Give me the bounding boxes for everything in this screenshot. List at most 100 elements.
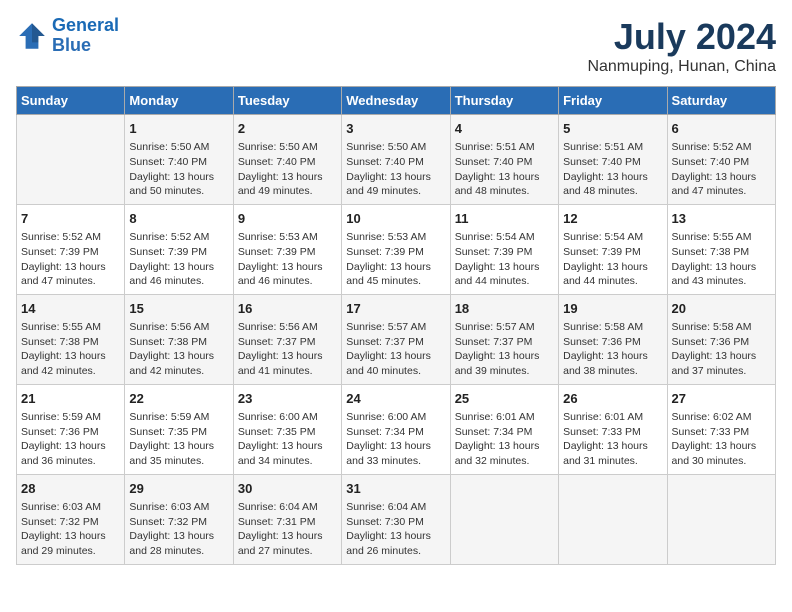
cell-info: Sunrise: 5:52 AM <box>129 230 228 245</box>
week-row-5: 28Sunrise: 6:03 AMSunset: 7:32 PMDayligh… <box>17 474 776 564</box>
calendar-cell: 8Sunrise: 5:52 AMSunset: 7:39 PMDaylight… <box>125 204 233 294</box>
main-title: July 2024 <box>587 16 776 58</box>
calendar-cell: 1Sunrise: 5:50 AMSunset: 7:40 PMDaylight… <box>125 115 233 205</box>
day-number: 6 <box>672 120 771 138</box>
cell-info: Sunrise: 5:54 AM <box>563 230 662 245</box>
cell-info: Sunrise: 5:50 AM <box>346 140 445 155</box>
calendar-cell: 28Sunrise: 6:03 AMSunset: 7:32 PMDayligh… <box>17 474 125 564</box>
header-cell-saturday: Saturday <box>667 87 775 115</box>
title-area: July 2024 Nanmuping, Hunan, China <box>587 16 776 76</box>
cell-info: Sunset: 7:40 PM <box>563 155 662 170</box>
cell-info: Daylight: 13 hours <box>346 349 445 364</box>
cell-info: Sunrise: 6:01 AM <box>455 410 554 425</box>
calendar-cell: 27Sunrise: 6:02 AMSunset: 7:33 PMDayligh… <box>667 384 775 474</box>
cell-info: and 47 minutes. <box>21 274 120 289</box>
calendar-cell: 13Sunrise: 5:55 AMSunset: 7:38 PMDayligh… <box>667 204 775 294</box>
header-cell-monday: Monday <box>125 87 233 115</box>
cell-info: and 35 minutes. <box>129 454 228 469</box>
logo-blue: Blue <box>52 35 91 55</box>
logo: General Blue <box>16 16 119 56</box>
cell-info: Sunset: 7:38 PM <box>129 335 228 350</box>
cell-info: Daylight: 13 hours <box>129 439 228 454</box>
cell-info: and 36 minutes. <box>21 454 120 469</box>
cell-info: Sunset: 7:40 PM <box>346 155 445 170</box>
cell-info: Sunrise: 5:59 AM <box>21 410 120 425</box>
day-number: 7 <box>21 210 120 228</box>
cell-info: Sunrise: 6:04 AM <box>238 500 337 515</box>
day-number: 5 <box>563 120 662 138</box>
cell-info: Sunrise: 5:50 AM <box>129 140 228 155</box>
cell-info: Daylight: 13 hours <box>129 170 228 185</box>
header-row: SundayMondayTuesdayWednesdayThursdayFrid… <box>17 87 776 115</box>
cell-info: and 46 minutes. <box>129 274 228 289</box>
cell-info: and 42 minutes. <box>21 364 120 379</box>
cell-info: Daylight: 13 hours <box>346 260 445 275</box>
cell-info: Daylight: 13 hours <box>563 170 662 185</box>
day-number: 11 <box>455 210 554 228</box>
cell-info: Daylight: 13 hours <box>455 260 554 275</box>
cell-info: Daylight: 13 hours <box>563 260 662 275</box>
calendar-cell: 3Sunrise: 5:50 AMSunset: 7:40 PMDaylight… <box>342 115 450 205</box>
cell-info: and 48 minutes. <box>563 184 662 199</box>
cell-info: and 42 minutes. <box>129 364 228 379</box>
calendar-cell: 29Sunrise: 6:03 AMSunset: 7:32 PMDayligh… <box>125 474 233 564</box>
cell-info: and 28 minutes. <box>129 544 228 559</box>
day-number: 13 <box>672 210 771 228</box>
cell-info: Sunset: 7:39 PM <box>346 245 445 260</box>
day-number: 3 <box>346 120 445 138</box>
day-number: 26 <box>563 390 662 408</box>
cell-info: Sunrise: 6:00 AM <box>346 410 445 425</box>
cell-info: Daylight: 13 hours <box>672 439 771 454</box>
day-number: 29 <box>129 480 228 498</box>
cell-info: Sunrise: 5:52 AM <box>21 230 120 245</box>
cell-info: Daylight: 13 hours <box>563 349 662 364</box>
subtitle: Nanmuping, Hunan, China <box>587 58 776 76</box>
cell-info: and 47 minutes. <box>672 184 771 199</box>
cell-info: and 27 minutes. <box>238 544 337 559</box>
cell-info: and 46 minutes. <box>238 274 337 289</box>
calendar-cell: 14Sunrise: 5:55 AMSunset: 7:38 PMDayligh… <box>17 294 125 384</box>
day-number: 8 <box>129 210 228 228</box>
cell-info: Sunrise: 6:03 AM <box>21 500 120 515</box>
calendar-cell: 7Sunrise: 5:52 AMSunset: 7:39 PMDaylight… <box>17 204 125 294</box>
day-number: 28 <box>21 480 120 498</box>
cell-info: Sunset: 7:38 PM <box>21 335 120 350</box>
calendar-cell: 20Sunrise: 5:58 AMSunset: 7:36 PMDayligh… <box>667 294 775 384</box>
calendar-cell: 9Sunrise: 5:53 AMSunset: 7:39 PMDaylight… <box>233 204 341 294</box>
cell-info: Daylight: 13 hours <box>672 170 771 185</box>
cell-info: Daylight: 13 hours <box>21 439 120 454</box>
cell-info: and 30 minutes. <box>672 454 771 469</box>
calendar-cell: 31Sunrise: 6:04 AMSunset: 7:30 PMDayligh… <box>342 474 450 564</box>
day-number: 18 <box>455 300 554 318</box>
cell-info: Daylight: 13 hours <box>238 439 337 454</box>
day-number: 31 <box>346 480 445 498</box>
calendar-cell <box>17 115 125 205</box>
cell-info: and 37 minutes. <box>672 364 771 379</box>
cell-info: Sunrise: 5:59 AM <box>129 410 228 425</box>
logo-general: General <box>52 15 119 35</box>
cell-info: Sunset: 7:40 PM <box>129 155 228 170</box>
cell-info: Daylight: 13 hours <box>238 170 337 185</box>
cell-info: Sunrise: 5:50 AM <box>238 140 337 155</box>
calendar-cell: 18Sunrise: 5:57 AMSunset: 7:37 PMDayligh… <box>450 294 558 384</box>
cell-info: Daylight: 13 hours <box>21 529 120 544</box>
cell-info: Daylight: 13 hours <box>455 439 554 454</box>
calendar-cell <box>450 474 558 564</box>
cell-info: and 26 minutes. <box>346 544 445 559</box>
calendar-cell: 2Sunrise: 5:50 AMSunset: 7:40 PMDaylight… <box>233 115 341 205</box>
cell-info: Daylight: 13 hours <box>238 260 337 275</box>
cell-info: Sunset: 7:38 PM <box>672 245 771 260</box>
calendar-cell: 12Sunrise: 5:54 AMSunset: 7:39 PMDayligh… <box>559 204 667 294</box>
logo-icon <box>16 20 48 52</box>
day-number: 2 <box>238 120 337 138</box>
cell-info: and 44 minutes. <box>563 274 662 289</box>
cell-info: Sunset: 7:36 PM <box>672 335 771 350</box>
cell-info: Sunrise: 5:52 AM <box>672 140 771 155</box>
cell-info: Sunset: 7:37 PM <box>238 335 337 350</box>
calendar-cell: 16Sunrise: 5:56 AMSunset: 7:37 PMDayligh… <box>233 294 341 384</box>
day-number: 20 <box>672 300 771 318</box>
cell-info: Daylight: 13 hours <box>455 170 554 185</box>
cell-info: Sunrise: 6:03 AM <box>129 500 228 515</box>
cell-info: and 50 minutes. <box>129 184 228 199</box>
day-number: 27 <box>672 390 771 408</box>
